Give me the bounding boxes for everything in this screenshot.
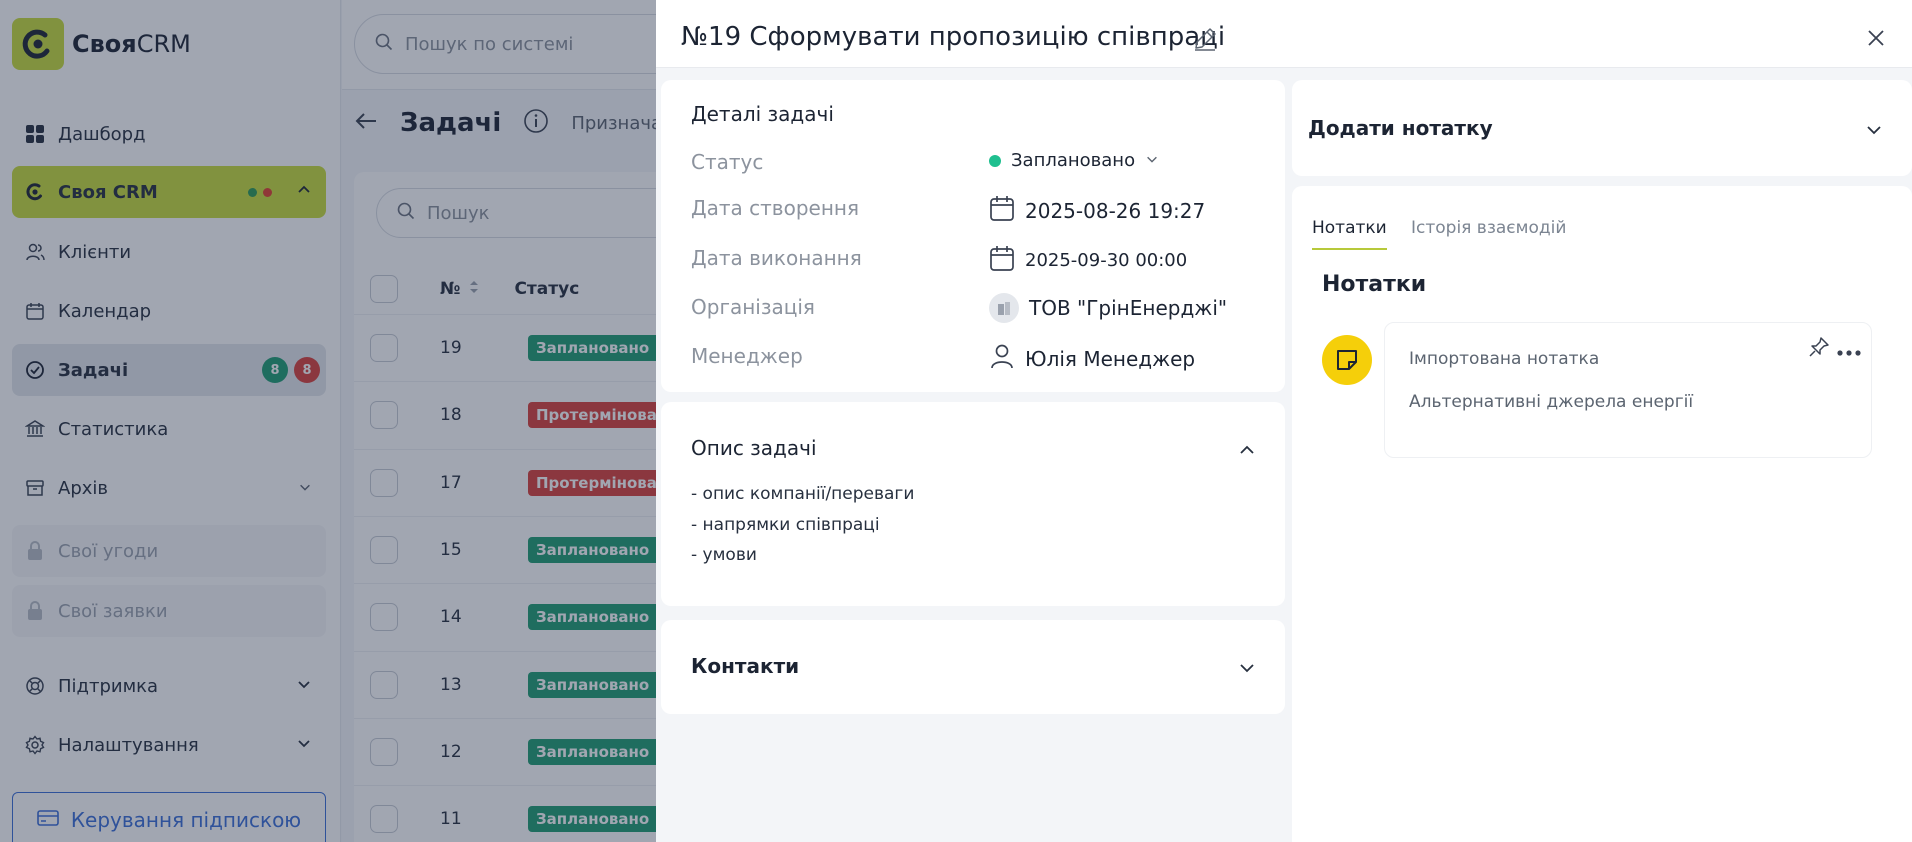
contacts-card[interactable]: Контакти	[661, 620, 1285, 714]
manager-value[interactable]: Юлія Менеджер	[989, 342, 1195, 375]
contacts-heading: Контакти	[691, 654, 800, 678]
tab-notes[interactable]: Нотатки	[1312, 218, 1387, 250]
add-note-heading: Додати нотатку	[1308, 116, 1493, 140]
description-line: - напрямки співпраці	[691, 515, 880, 535]
description-line: - опис компанії/переваги	[691, 484, 915, 504]
created-date-label: Дата створення	[691, 196, 859, 220]
status-label: Статус	[691, 150, 764, 174]
task-description-card: Опис задачі - опис компанії/переваги - н…	[661, 402, 1285, 606]
manager-label: Менеджер	[691, 344, 803, 368]
task-details-card: Деталі задачі Статус Заплановано Дата ст…	[661, 80, 1285, 392]
chevron-up-icon[interactable]	[1235, 438, 1259, 462]
chevron-down-icon[interactable]	[1235, 656, 1259, 680]
add-note-card[interactable]: Додати нотатку	[1292, 80, 1912, 176]
description-line: - умови	[691, 545, 757, 565]
pin-icon[interactable]	[1808, 336, 1830, 362]
due-date-value[interactable]: 2025-09-30 00:00	[989, 244, 1187, 277]
edit-pencil-icon[interactable]	[1190, 24, 1220, 54]
drawer-title: №19 Сформувати пропозицію співпраці	[681, 22, 1226, 52]
drawer-header: №19 Сформувати пропозицію співпраці	[656, 0, 1912, 68]
status-dropdown[interactable]: Заплановано	[989, 150, 1159, 171]
organization-value[interactable]: ТОВ "ГрінЕнерджі"	[989, 293, 1227, 323]
chevron-down-icon	[1145, 150, 1159, 171]
task-details-heading: Деталі задачі	[691, 102, 834, 126]
organization-label: Організація	[691, 295, 815, 319]
note-item	[1384, 322, 1872, 458]
description-heading: Опис задачі	[691, 436, 817, 460]
building-icon	[989, 293, 1019, 323]
sticky-note-icon	[1322, 335, 1372, 385]
tab-interaction-history[interactable]: Історія взаємодій	[1411, 218, 1566, 248]
note-body: Альтернативні джерела енергії	[1409, 392, 1694, 412]
note-title: Імпортована нотатка	[1409, 349, 1600, 369]
status-dot	[989, 154, 1001, 167]
chevron-down-icon[interactable]	[1862, 118, 1886, 142]
calendar-icon	[989, 194, 1015, 227]
created-date-value: 2025-08-26 19:27	[989, 194, 1205, 227]
notes-heading: Нотатки	[1322, 272, 1427, 297]
more-options-icon[interactable]	[1836, 342, 1862, 361]
close-icon[interactable]	[1862, 24, 1890, 52]
due-date-label: Дата виконання	[691, 246, 862, 270]
calendar-icon	[989, 244, 1015, 277]
user-icon	[989, 342, 1015, 375]
